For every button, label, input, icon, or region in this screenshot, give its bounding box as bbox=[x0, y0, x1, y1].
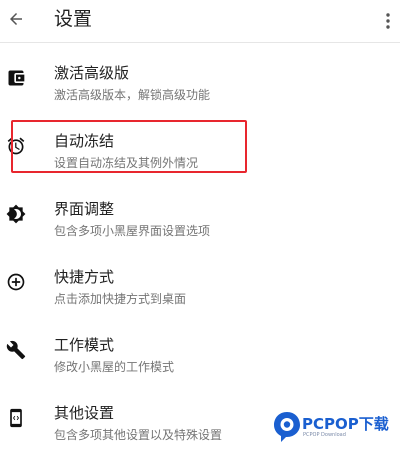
more-options-button[interactable] bbox=[378, 6, 398, 36]
wrench-icon bbox=[4, 338, 28, 362]
page-title: 设置 bbox=[54, 8, 93, 30]
settings-item-work-mode[interactable]: 工作模式 修改小黑屋的工作模式 bbox=[0, 324, 400, 390]
back-button[interactable] bbox=[4, 4, 28, 34]
settings-item-label: 其他设置 bbox=[54, 404, 115, 422]
settings-item-interface[interactable]: 界面调整 包含多项小黑屋界面设置选项 bbox=[0, 188, 400, 254]
settings-code-icon bbox=[4, 406, 28, 430]
settings-item-description: 点击添加快捷方式到桌面 bbox=[54, 292, 187, 306]
settings-item-description: 包含多项小黑屋界面设置选项 bbox=[54, 224, 211, 238]
settings-screen: 设置 激活高级版 激活高级版本，解锁高级功能 自动冻结 设置自动冻结及其例外情况 bbox=[0, 0, 400, 450]
settings-item-description: 设置自动冻结及其例外情况 bbox=[54, 156, 199, 170]
settings-item-auto-freeze[interactable]: 自动冻结 设置自动冻结及其例外情况 bbox=[0, 120, 400, 186]
arrow-back-icon bbox=[10, 13, 22, 25]
settings-item-label: 激活高级版 bbox=[54, 64, 130, 82]
settings-item-label: 界面调整 bbox=[54, 200, 115, 218]
more-vert-icon bbox=[386, 13, 390, 29]
settings-item-activate-premium[interactable]: 激活高级版 激活高级版本，解锁高级功能 bbox=[0, 52, 400, 118]
pcpop-logo-icon bbox=[274, 412, 300, 442]
watermark: PCPOP下载 PCPOP Download bbox=[272, 408, 398, 446]
watermark-subtitle: PCPOP Download bbox=[303, 432, 346, 438]
brightness-icon bbox=[4, 202, 28, 226]
add-circle-icon bbox=[4, 270, 28, 294]
settings-item-shortcut[interactable]: 快捷方式 点击添加快捷方式到桌面 bbox=[0, 256, 400, 322]
settings-item-description: 激活高级版本，解锁高级功能 bbox=[54, 88, 211, 102]
settings-item-label: 自动冻结 bbox=[54, 132, 115, 150]
settings-item-label: 快捷方式 bbox=[54, 268, 115, 286]
settings-item-label: 工作模式 bbox=[54, 336, 115, 354]
wallet-icon bbox=[4, 66, 28, 90]
watermark-brand: PCPOP下载 bbox=[302, 415, 389, 433]
app-bar: 设置 bbox=[0, 0, 400, 43]
settings-item-description: 修改小黑屋的工作模式 bbox=[54, 360, 175, 374]
settings-item-description: 包含多项其他设置以及特殊设置 bbox=[54, 428, 223, 442]
alarm-icon bbox=[4, 134, 28, 158]
